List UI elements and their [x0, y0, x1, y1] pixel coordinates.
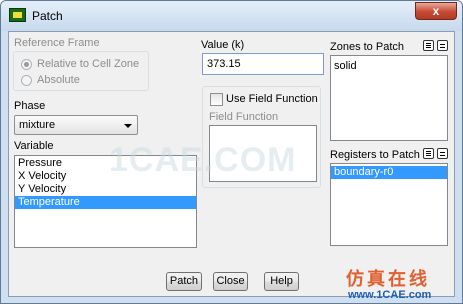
field-function-label: Field Function	[209, 111, 279, 123]
phase-dropdown[interactable]: mixture	[14, 115, 138, 135]
branding-chinese: 仿真在线	[346, 269, 430, 289]
watermark-text: 1CAE.COM	[109, 141, 297, 179]
reference-frame-group	[13, 51, 149, 91]
list-item-solid[interactable]: solid	[331, 60, 447, 73]
list-item-y-velocity[interactable]: Y Velocity	[15, 183, 196, 196]
absolute-label: Absolute	[37, 74, 80, 86]
zones-label: Zones to Patch	[330, 41, 404, 53]
variable-label: Variable	[14, 140, 54, 152]
value-input[interactable]: 373.15	[202, 53, 324, 75]
select-all-zones-icon[interactable]	[423, 40, 434, 51]
patch-dialog: Patch x Reference Frame Relative to Cell…	[0, 0, 463, 304]
site-branding: 仿真在线 www.1CAE.com	[346, 265, 458, 303]
zones-list[interactable]: solid	[330, 55, 448, 141]
deselect-all-zones-icon[interactable]	[437, 40, 448, 51]
list-item-boundary-r0[interactable]: boundary-r0	[331, 166, 447, 179]
window-close-button[interactable]: x	[415, 2, 457, 20]
absolute-radio[interactable]	[21, 75, 32, 86]
registers-label: Registers to Patch	[330, 149, 420, 161]
patch-button[interactable]: Patch	[166, 272, 202, 291]
relative-radio[interactable]	[21, 59, 32, 70]
app-icon	[9, 8, 26, 22]
use-field-function-label: Use Field Function	[226, 93, 318, 105]
help-button[interactable]: Help	[264, 272, 299, 291]
title-bar[interactable]: Patch x	[1, 1, 462, 31]
phase-label: Phase	[14, 100, 46, 112]
use-field-function-checkbox[interactable]	[210, 93, 223, 106]
phase-value: mixture	[19, 119, 56, 131]
relative-label: Relative to Cell Zone	[37, 58, 140, 70]
list-item-temperature[interactable]: Temperature	[15, 196, 196, 209]
value-label: Value (k)	[201, 39, 245, 51]
chevron-down-icon	[124, 124, 132, 128]
deselect-all-registers-icon[interactable]	[437, 148, 448, 159]
select-all-registers-icon[interactable]	[423, 148, 434, 159]
reference-frame-legend: Reference Frame	[14, 37, 100, 49]
window-title: Patch	[32, 9, 63, 23]
close-button[interactable]: Close	[213, 272, 248, 291]
branding-url: www.1CAE.com	[348, 289, 432, 301]
registers-list[interactable]: boundary-r0	[330, 163, 448, 246]
